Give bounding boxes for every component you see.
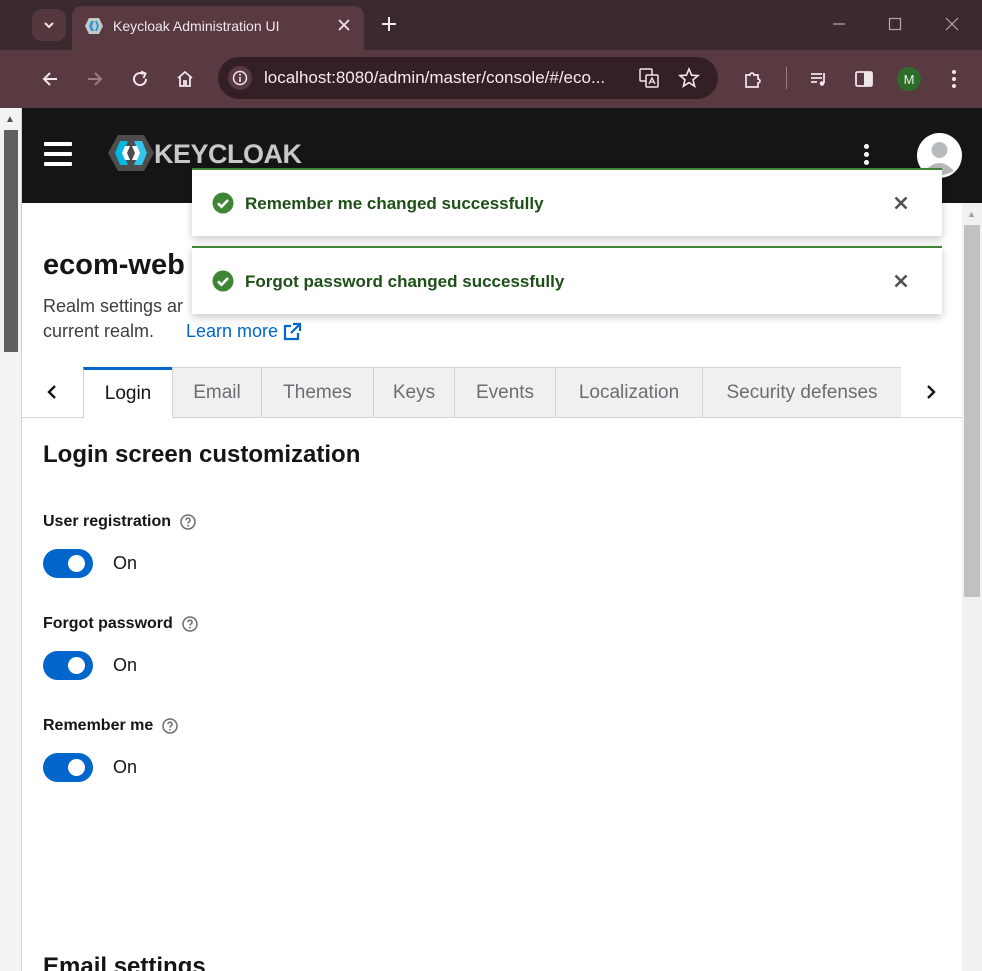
success-alert: Forgot password changed successfully — [192, 246, 942, 314]
tab-search-button[interactable] — [32, 9, 66, 41]
page-title: ecom-web — [43, 249, 185, 281]
minimize-icon — [833, 23, 845, 25]
new-tab-button[interactable] — [378, 13, 400, 35]
help-icon[interactable] — [180, 514, 196, 530]
field-label-text: Remember me — [43, 717, 154, 734]
learn-more-label: Learn more — [186, 321, 279, 341]
help-icon[interactable] — [162, 718, 179, 734]
browser-tab-strip: Keycloak Administration UI — [0, 0, 982, 50]
chevron-left-icon — [47, 385, 56, 399]
scroll-thumb[interactable] — [964, 225, 980, 597]
alert-message: Remember me changed successfully — [245, 194, 544, 213]
keycloak-logo-text: KEYCLOAK — [154, 139, 302, 169]
side-panel-icon — [855, 71, 873, 87]
user-registration-state: On — [113, 553, 138, 573]
switch-knob — [68, 657, 85, 674]
minimize-button[interactable] — [829, 14, 849, 34]
remember-me-state: On — [113, 757, 138, 777]
learn-more-link[interactable]: Learn more — [186, 321, 302, 342]
tab-themes[interactable]: Themes — [261, 367, 373, 417]
media-control-button[interactable] — [806, 66, 832, 92]
page-description-line1: Realm settings ar — [43, 296, 184, 316]
scroll-up-icon[interactable]: ▲ — [967, 209, 976, 219]
alert-close-button[interactable] — [890, 192, 912, 214]
external-link-icon — [283, 322, 302, 340]
browser-tab-title: Keycloak Administration UI — [113, 18, 280, 34]
forgot-password-state: On — [113, 655, 138, 675]
close-icon — [894, 274, 908, 288]
scroll-thumb[interactable] — [4, 130, 18, 352]
arrow-right-icon — [88, 72, 103, 86]
more-vertical-icon — [952, 70, 956, 88]
email-settings-title: Email settings — [43, 953, 206, 971]
maximize-icon — [888, 17, 902, 31]
forgot-password-label: Forgot password — [43, 615, 198, 633]
window-close-button[interactable] — [942, 14, 962, 34]
page-description-line2: current realm. — [43, 321, 155, 341]
url-text: localhost:8080/admin/master/console/#/ec… — [264, 68, 606, 87]
main-content: ecom-web Realm settings ar current realm… — [22, 203, 962, 971]
user-registration-switch[interactable] — [43, 549, 93, 578]
tab-events[interactable]: Events — [454, 367, 555, 417]
bookmark-star-icon[interactable] — [678, 67, 700, 89]
realm-settings-tabs: Login Email Themes Keys Events Localizat… — [22, 367, 962, 418]
scroll-up-icon[interactable]: ▲ — [5, 114, 15, 125]
close-icon — [894, 196, 908, 210]
arrow-left-icon — [42, 72, 57, 86]
chevron-right-icon — [927, 385, 936, 399]
success-alert: Remember me changed successfully — [192, 168, 942, 236]
keycloak-logo-icon — [108, 135, 154, 171]
user-registration-label: User registration — [43, 513, 196, 531]
help-icon[interactable] — [182, 616, 198, 632]
site-info-icon[interactable] — [228, 66, 252, 90]
extensions-button[interactable] — [740, 66, 766, 92]
section-title: Login screen customization — [43, 441, 361, 468]
browser-menu-button[interactable] — [941, 66, 967, 92]
forgot-password-switch[interactable] — [43, 651, 93, 680]
alert-message: Forgot password changed successfully — [245, 272, 565, 291]
tab-localization[interactable]: Localization — [555, 367, 702, 417]
tab-email[interactable]: Email — [172, 367, 261, 417]
browser-tab-active[interactable]: Keycloak Administration UI — [72, 6, 364, 50]
maximize-button[interactable] — [885, 14, 905, 34]
toolbar-separator — [786, 67, 787, 89]
alert-close-button[interactable] — [890, 270, 912, 292]
chevron-down-icon — [44, 22, 54, 29]
close-icon — [945, 17, 959, 31]
home-icon — [177, 70, 193, 87]
media-queue-icon — [811, 73, 825, 86]
browser-toolbar: localhost:8080/admin/master/console/#/ec… — [0, 50, 982, 108]
switch-knob — [68, 555, 85, 572]
page-scrollbar[interactable]: ▲ — [962, 203, 982, 971]
tabs-scroll-left-button[interactable] — [22, 367, 82, 417]
reload-button[interactable] — [127, 66, 153, 92]
check-circle-icon — [212, 270, 234, 292]
profile-avatar[interactable]: M — [897, 67, 921, 91]
reload-icon — [133, 70, 148, 87]
back-button[interactable] — [37, 66, 63, 92]
field-label-text: Forgot password — [43, 615, 173, 632]
tab-security-defenses[interactable]: Security defenses — [702, 367, 901, 417]
remember-me-label: Remember me — [43, 717, 179, 735]
field-label-text: User registration — [43, 513, 172, 530]
tab-login[interactable]: Login — [83, 367, 172, 418]
tab-keys[interactable]: Keys — [373, 367, 454, 417]
check-circle-icon — [212, 192, 234, 214]
forward-button[interactable] — [82, 66, 108, 92]
plus-icon — [382, 17, 396, 31]
background-window-scrollbar: ▲ — [0, 108, 22, 971]
puzzle-icon — [745, 72, 761, 88]
keycloak-favicon-icon — [85, 18, 103, 34]
address-bar[interactable]: localhost:8080/admin/master/console/#/ec… — [218, 57, 718, 99]
nav-toggle-button[interactable] — [44, 142, 72, 166]
translate-icon[interactable] — [638, 67, 660, 89]
tab-close-icon[interactable] — [334, 15, 354, 35]
switch-knob — [68, 759, 85, 776]
header-kebab-menu[interactable] — [860, 144, 874, 166]
remember-me-switch[interactable] — [43, 753, 93, 782]
side-panel-button[interactable] — [851, 66, 877, 92]
home-button[interactable] — [172, 66, 198, 92]
tabs-scroll-right-button[interactable] — [901, 367, 961, 417]
